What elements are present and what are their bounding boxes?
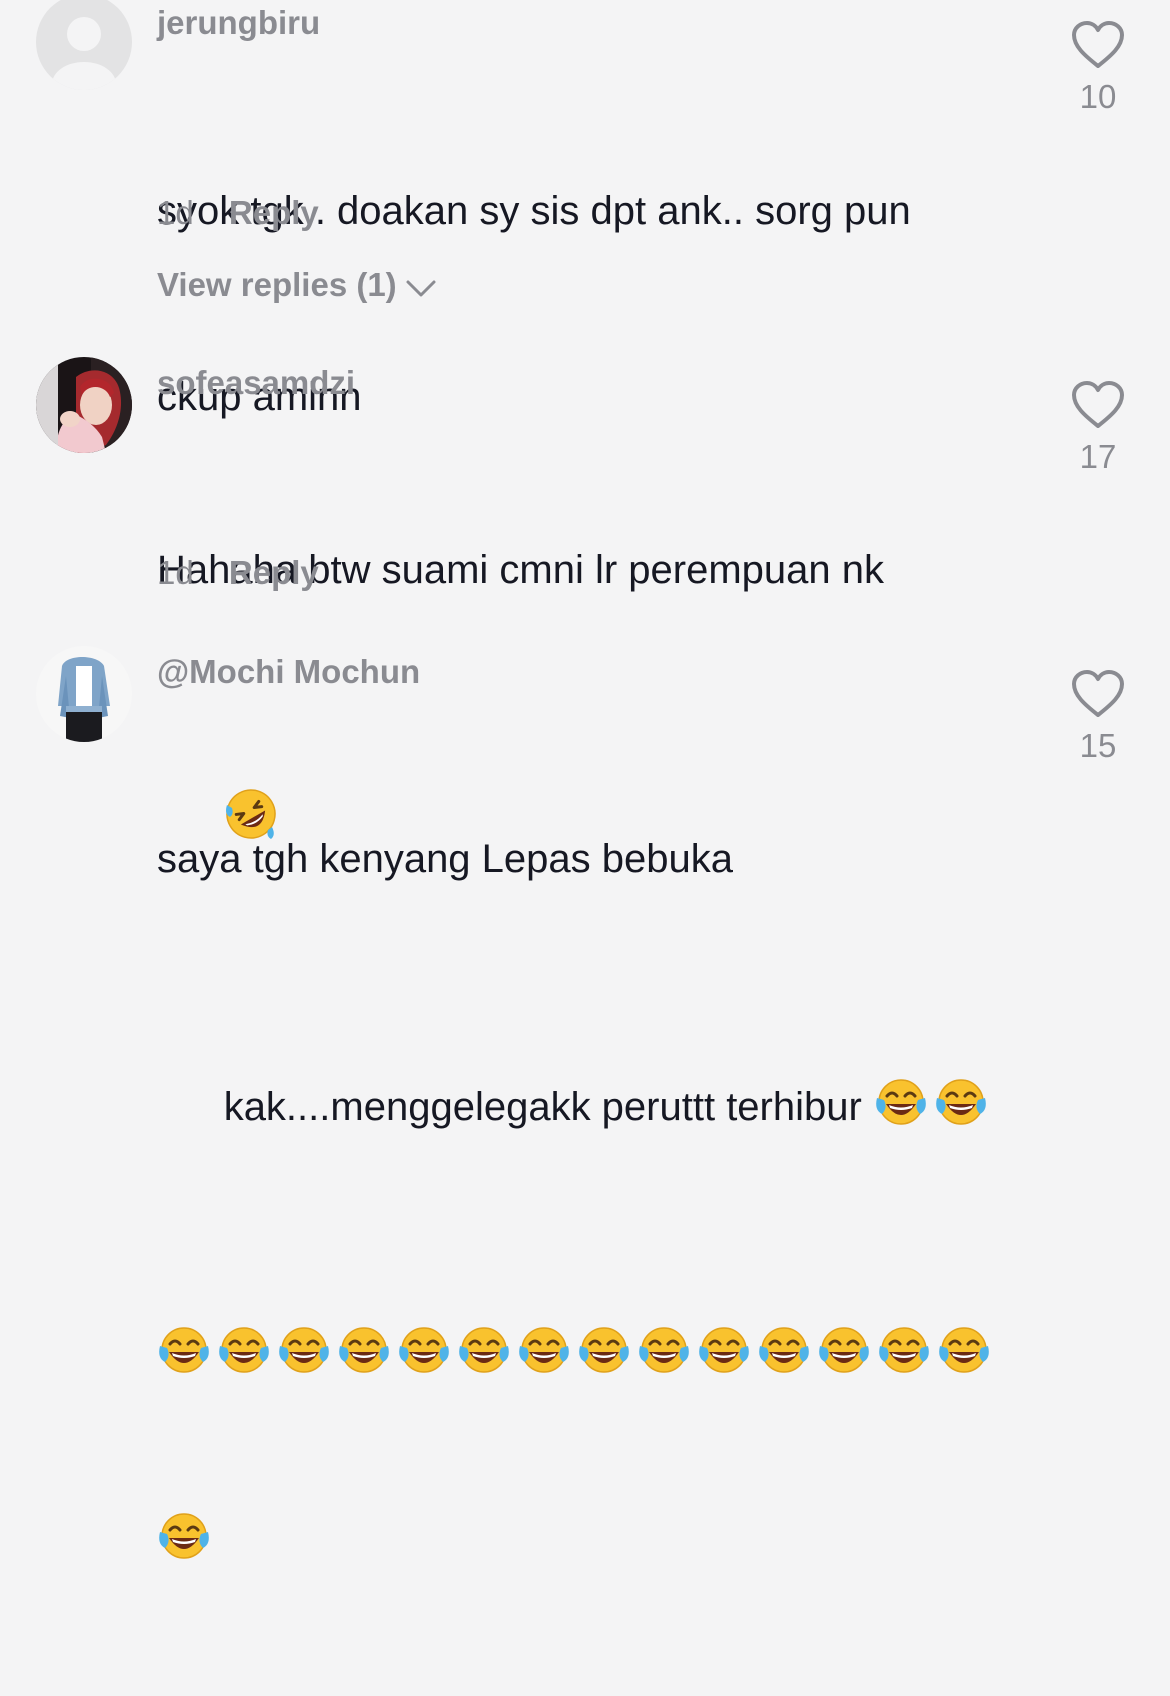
face-with-tears-of-joy-emoji (939, 1327, 989, 1373)
emoji-line (157, 1510, 1007, 1572)
face-with-tears-of-joy-emoji (759, 1327, 809, 1373)
heart-icon (1072, 21, 1124, 68)
profile-photo-avatar[interactable] (36, 646, 132, 742)
like-count: 15 (1079, 727, 1117, 764)
face-with-tears-of-joy-emoji (875, 1079, 926, 1125)
like-button[interactable]: 17 (1066, 380, 1130, 476)
profile-photo-avatar[interactable] (36, 357, 132, 453)
chevron-down-icon (406, 280, 436, 297)
view-replies-label: View replies (1) (157, 266, 397, 303)
like-button[interactable]: 15 (1066, 669, 1130, 765)
reply-button[interactable]: Reply (229, 554, 319, 591)
face-with-tears-of-joy-emoji (279, 1327, 329, 1373)
face-with-tears-of-joy-emoji (159, 1513, 209, 1559)
comment-text-line: kak....menggelegakk peruttt terhibur (157, 1014, 1007, 1200)
comment-text-line: saya tgh kenyang Lepas bebuka (157, 837, 733, 881)
emoji-group (874, 1079, 994, 1129)
face-with-tears-of-joy-emoji (699, 1327, 749, 1373)
heart-icon (1072, 381, 1124, 428)
face-with-tears-of-joy-emoji (879, 1327, 929, 1373)
comment-text-segment: kak....menggelegakk peruttt terhibur (223, 1085, 862, 1129)
comment-username[interactable]: @Mochi Mochun (157, 652, 420, 692)
comment-time: 1d (157, 554, 194, 591)
face-with-tears-of-joy-emoji (579, 1327, 629, 1373)
comment-username[interactable]: sofeasamdzi (157, 363, 355, 403)
face-with-tears-of-joy-emoji (399, 1327, 449, 1373)
face-with-tears-of-joy-emoji (459, 1327, 509, 1373)
view-replies-button[interactable]: View replies (1) (157, 265, 437, 305)
face-with-tears-of-joy-emoji (819, 1327, 869, 1373)
face-with-tears-of-joy-emoji (519, 1327, 569, 1373)
comment-time: 1d (157, 194, 194, 231)
like-button[interactable]: 10 (1066, 20, 1130, 116)
reply-button[interactable]: Reply (229, 194, 319, 231)
face-with-tears-of-joy-emoji (639, 1327, 689, 1373)
face-with-tears-of-joy-emoji (339, 1327, 389, 1373)
like-count: 10 (1079, 78, 1117, 115)
default-avatar-icon[interactable] (36, 0, 132, 90)
face-with-tears-of-joy-emoji (159, 1327, 209, 1373)
comment-username[interactable]: jerungbiru (157, 3, 320, 43)
comment-meta: 1d Reply (157, 193, 319, 233)
like-count: 17 (1079, 438, 1117, 475)
face-with-tears-of-joy-emoji (935, 1079, 986, 1125)
emoji-line (157, 1324, 1007, 1386)
comment-text: saya tgh kenyang Lepas bebuka kak....men… (157, 704, 1007, 1696)
heart-icon (1072, 670, 1124, 717)
comment-meta: 1d Reply (157, 553, 319, 593)
face-with-tears-of-joy-emoji (219, 1327, 269, 1373)
